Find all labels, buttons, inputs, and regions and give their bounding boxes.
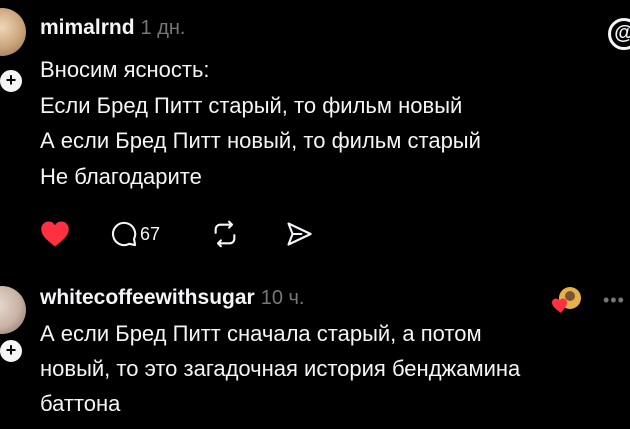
post-line: Если Бред Питт старый, то фильм новый [40,92,463,118]
timestamp: 1 дн. [140,17,186,39]
post-line: Вносим ясность: [40,57,210,82]
like-button[interactable] [40,216,70,252]
avatar[interactable] [0,286,26,334]
repost-icon [214,220,236,248]
heart-icon [552,287,581,313]
post-text: Вносим ясность: Если Бред Питт старый, т… [40,52,481,194]
share-icon [287,222,312,246]
post-line: новый, то это загадочная история бенджам… [40,356,521,381]
follow-button[interactable]: + [0,338,24,364]
post-text: А если Бред Питт сначала старый, а потом… [40,316,600,421]
liked-by-indicator[interactable] [546,286,586,314]
threads-logo-icon[interactable]: @ [608,18,630,50]
action-bar: 67 [40,216,440,256]
post-header: whitecoffeewithsugar 10 ч. [40,286,304,310]
post-header: mimalrnd 1 дн. [40,16,185,40]
post-line: А если Бред Питт сначала старый, а потом [40,321,482,346]
username[interactable]: mimalrnd [40,16,135,39]
heart-icon [41,221,69,247]
repost-button[interactable] [210,216,240,252]
more-icon[interactable]: ••• [603,290,625,311]
post-line: Не благодарите [40,163,202,189]
post-line: баттона [40,391,121,416]
follow-button[interactable]: + [0,68,24,94]
share-button[interactable] [284,216,314,252]
post-line: А если Бред Питт новый, то фильм старый [40,128,481,153]
reply-post: + whitecoffeewithsugar 10 ч. ••• А если Б… [0,272,630,429]
reply-button[interactable]: 67 [110,216,160,252]
reply-count: 67 [140,223,161,244]
timestamp: 10 ч. [260,287,305,309]
comment-icon [112,221,137,247]
post: + mimalrnd1 дн. @ Вносим ясность: Если Б… [0,0,630,260]
avatar[interactable] [0,8,26,56]
username[interactable]: whitecoffeewithsugar [40,286,255,309]
